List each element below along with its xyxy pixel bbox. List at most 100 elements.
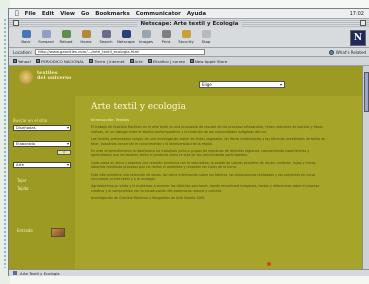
article-body: Introducción: Textiles El trabajo de Gra… — [91, 118, 331, 204]
bookmark-arte[interactable]: Arte — [129, 58, 143, 64]
zoom-box-icon[interactable] — [360, 20, 366, 26]
bookmark-label: Eltrafico | correo — [152, 58, 185, 64]
search-icon — [101, 30, 111, 38]
images-icon — [141, 30, 151, 38]
sidebar-link-tejido[interactable]: Tejido — [17, 186, 28, 191]
textile-thumbnail[interactable] — [51, 228, 65, 237]
bookmark-correo[interactable]: Eltrafico | correo — [147, 58, 185, 64]
sidebar-search-label: Buscar en el sitio — [13, 118, 48, 123]
bookmark-icon — [36, 59, 41, 63]
close-box-icon[interactable] — [13, 20, 19, 26]
menu-file[interactable]: File — [25, 11, 36, 17]
location-label: Location: — [13, 49, 33, 55]
article-paragraph: Los textiles presentados surgen de una i… — [91, 137, 326, 146]
bookmark-icon — [89, 59, 94, 63]
site-header: textiles del universo Elige ▾ — [9, 66, 362, 96]
site-logo-icon[interactable] — [19, 70, 33, 84]
status-text: Arte Textil y Ecología — [20, 270, 60, 276]
bookmark-label: PERIODICO NACIONAL — [41, 58, 85, 64]
sidebar: Buscar en el sitio Diseñadas ▾ Elaborado… — [9, 96, 75, 269]
url-field[interactable]: http://www.geocities.com/.../arte_textil… — [35, 49, 206, 55]
article-paragraph: En este emprendimiento la diseñadora ha … — [91, 149, 310, 158]
sidebar-select-1-value: Diseñadas — [16, 125, 36, 130]
window-title: Netscape: Arte textil y Ecologia — [136, 20, 243, 27]
bookmark-label: Tierra | Internet — [94, 58, 125, 64]
navigation-toolbar: Back Forward Reload Home Search Netscape… — [9, 28, 369, 48]
security-status-icon[interactable] — [13, 271, 17, 275]
bookmark-tierra[interactable]: Tierra | Internet — [89, 58, 125, 64]
forward-button[interactable]: Forward — [37, 28, 55, 47]
reload-icon — [61, 30, 71, 38]
site-name-line2: del universo — [37, 75, 72, 81]
back-arrow-icon — [21, 30, 31, 38]
bookmark-icon — [189, 59, 194, 63]
chevron-down-icon: ▾ — [66, 162, 69, 167]
netscape-label: Netscape — [117, 39, 135, 44]
apple-menu-icon[interactable]:  — [15, 10, 19, 17]
images-label: Images — [139, 39, 153, 44]
window-title-bar[interactable]: Netscape: Arte textil y Ecologia — [9, 19, 369, 28]
article-paragraph: Agradecemos su visita y le invitamos a r… — [91, 184, 320, 193]
article-paragraph: Cada pieza es única y expresa una relaci… — [91, 160, 317, 170]
netscape-logo[interactable]: N — [350, 30, 366, 46]
menu-ayuda[interactable]: Ayuda — [187, 11, 206, 17]
netscape-icon — [121, 30, 131, 38]
back-button[interactable]: Back — [17, 28, 35, 47]
stop-button[interactable]: Stop — [197, 28, 215, 47]
images-button[interactable]: Images — [137, 28, 155, 47]
search-label: Search — [99, 39, 113, 44]
stop-icon — [201, 30, 211, 38]
print-icon — [161, 30, 171, 38]
sidebar-select-2-value: Elaborado — [16, 141, 36, 146]
reload-button[interactable]: Reload — [57, 28, 75, 47]
sidebar-link-tejer[interactable]: Tejer — [17, 178, 26, 183]
bookmark-icon — [13, 59, 17, 63]
sidebar-select-2[interactable]: Elaborado ▾ — [13, 141, 71, 147]
forward-arrow-icon — [41, 30, 51, 38]
menu-communicator[interactable]: Communicator — [136, 11, 181, 17]
whats-related-label: What's Related — [335, 49, 366, 55]
related-icon — [328, 49, 334, 55]
print-button[interactable]: Print — [157, 28, 175, 47]
home-button[interactable]: Home — [77, 28, 95, 47]
scrollbar-thumb[interactable] — [364, 72, 369, 112]
bookmark-icon — [129, 59, 134, 63]
bookmark-periodico[interactable]: PERIODICO NACIONAL — [36, 59, 84, 64]
sidebar-select-1[interactable]: Diseñadas ▾ — [13, 125, 71, 131]
menu-view[interactable]: View — [60, 11, 75, 17]
reload-label: Reload — [59, 39, 73, 44]
bookmark-yahoo[interactable]: Yahoo! — [13, 59, 31, 64]
article-credit: Investigación de Graciela Martinez y fot… — [91, 196, 205, 201]
whats-related-button[interactable]: What's Related — [328, 49, 366, 55]
netscape-button[interactable]: Netscape — [117, 28, 135, 47]
vertical-scrollbar[interactable] — [362, 66, 369, 269]
home-icon — [81, 30, 91, 38]
article-paragraph: Este sitio presenta una selección de obr… — [91, 172, 316, 182]
menu-go[interactable]: Go — [81, 11, 89, 17]
menu-clock: 17:02 — [349, 10, 364, 17]
status-bar: Arte Textil y Ecología — [9, 269, 369, 276]
lock-icon — [181, 30, 191, 38]
page-title: Arte textil y ecologia — [91, 102, 186, 112]
sidebar-link-entrada[interactable]: Entrada — [17, 228, 33, 233]
header-select[interactable]: Elige ▾ — [199, 81, 285, 88]
article-intro: Introducción: Textiles — [91, 118, 130, 122]
sidebar-select-3[interactable]: Arte ▾ — [13, 162, 71, 168]
bookmark-label: Arte — [134, 58, 143, 64]
search-button[interactable]: Search — [97, 28, 115, 47]
security-button[interactable]: Security — [177, 28, 195, 47]
menu-edit[interactable]: Edit — [42, 11, 54, 17]
bookmark-apple-store[interactable]: New Apple Store — [189, 58, 228, 64]
menu-bookmarks[interactable]: Bookmarks — [95, 11, 130, 17]
stop-label: Stop — [201, 39, 211, 44]
personal-toolbar: Yahoo! PERIODICO NACIONAL Tierra | Inter… — [9, 57, 369, 66]
bookmark-icon — [147, 59, 152, 63]
sidebar-select-3-value: Arte — [16, 162, 24, 167]
bookmark-label: New Apple Store — [194, 58, 228, 64]
back-label: Back — [21, 39, 31, 44]
location-bar: Location: http://www.geocities.com/.../a… — [9, 48, 369, 57]
sidebar-go-button[interactable]: ir — [57, 150, 71, 155]
security-label: Security — [178, 39, 194, 44]
chevron-down-icon: ▾ — [66, 141, 69, 146]
forward-label: Forward — [38, 39, 54, 44]
